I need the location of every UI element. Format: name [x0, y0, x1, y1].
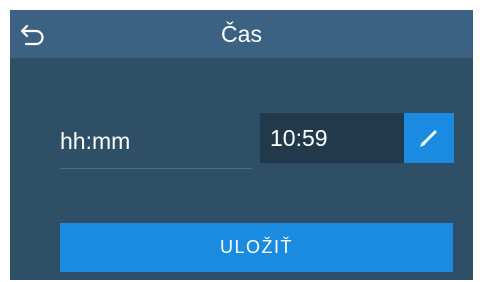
edit-time-button[interactable]: [404, 113, 454, 163]
back-arrow-icon: [18, 18, 50, 50]
time-value-field[interactable]: 10:59: [260, 113, 404, 163]
title-bar: Čas: [10, 10, 473, 58]
back-button[interactable]: [18, 18, 50, 50]
time-value: 10:59: [270, 125, 328, 151]
time-settings-screen: Čas hh:mm 10:59 ULOŽIŤ: [10, 10, 473, 280]
time-format-label: hh:mm: [60, 128, 131, 154]
page-title: Čas: [221, 21, 262, 47]
label-underline: [60, 168, 252, 169]
save-button[interactable]: ULOŽIŤ: [60, 223, 453, 272]
